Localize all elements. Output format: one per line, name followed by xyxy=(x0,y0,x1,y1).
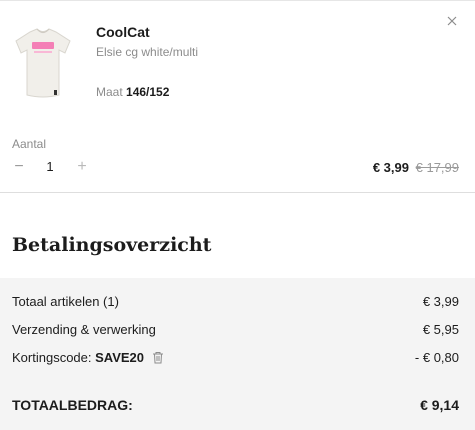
close-icon[interactable] xyxy=(443,12,461,30)
product-image[interactable] xyxy=(14,28,72,100)
quantity-increase-button[interactable]: + xyxy=(73,158,91,176)
product-variant: Elsie cg white/multi xyxy=(96,45,199,59)
price-current: € 3,99 xyxy=(372,160,409,175)
summary-row-shipping: Verzending & verwerking € 5,95 xyxy=(12,322,459,337)
summary-row-amount: € 3,99 xyxy=(422,294,459,309)
summary-row-label: Totaal artikelen (1) xyxy=(12,294,119,309)
product-size: Maat 146/152 xyxy=(96,85,169,99)
trash-icon[interactable] xyxy=(152,351,164,364)
section-divider xyxy=(0,192,475,193)
summary-row-discount: Kortingscode: SAVE20 - € 0,80 xyxy=(12,350,459,365)
summary-row-amount: - € 0,80 xyxy=(414,350,459,365)
size-value: 146/152 xyxy=(126,85,170,99)
summary-title: Betalingsoverzicht xyxy=(12,234,212,256)
discount-label-group: Kortingscode: SAVE20 xyxy=(12,350,164,365)
summary-row-amount: € 5,95 xyxy=(422,322,459,337)
quantity-label: Aantal xyxy=(12,137,47,151)
summary-row-label: Kortingscode: xyxy=(12,350,92,365)
total-row: TOTAALBEDRAG: € 9,14 xyxy=(12,397,459,413)
total-label: TOTAALBEDRAG: xyxy=(12,397,133,413)
item-price: € 3,99 € 17,99 xyxy=(373,160,459,175)
discount-code: SAVE20 xyxy=(95,350,145,365)
total-amount: € 9,14 xyxy=(420,397,459,413)
top-divider xyxy=(0,0,475,1)
quantity-input[interactable] xyxy=(40,158,60,176)
summary-row-items: Totaal artikelen (1) € 3,99 xyxy=(12,294,459,309)
product-brand: CoolCat xyxy=(96,24,150,40)
size-label: Maat xyxy=(96,85,123,99)
price-original: € 17,99 xyxy=(415,160,459,175)
quantity-decrease-button[interactable]: − xyxy=(10,158,28,176)
summary-row-label: Verzending & verwerking xyxy=(12,322,156,337)
